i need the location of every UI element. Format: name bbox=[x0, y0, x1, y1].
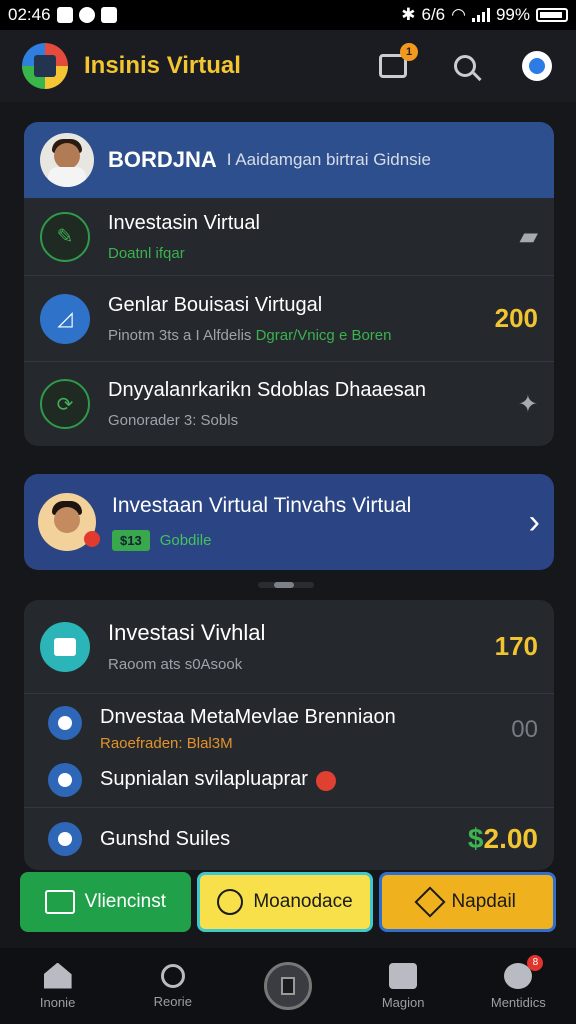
app-title: Insinis Virtual bbox=[84, 52, 241, 79]
app-header: Insinis Virtual 1 bbox=[0, 30, 576, 102]
item-title: Investasi Vivhlal bbox=[108, 620, 266, 645]
investment-summary-card: BORDJNA I Aaidamgan birtrai Gidnsie ✎ In… bbox=[24, 122, 554, 446]
nav-games[interactable]: Magion bbox=[358, 962, 448, 1010]
profile-button[interactable] bbox=[520, 49, 554, 83]
notifications-button[interactable]: 1 bbox=[376, 43, 418, 83]
nav-label: Inonie bbox=[39, 994, 76, 1010]
home-icon bbox=[43, 962, 72, 989]
center-action-icon bbox=[263, 962, 312, 1010]
tag-icon: ✎ bbox=[40, 211, 90, 262]
orange-action-button[interactable]: Napdail bbox=[379, 872, 557, 932]
card-header[interactable]: BORDJNA I Aaidamgan birtrai Gidnsie bbox=[24, 122, 554, 198]
item-title: Dnvestaa MetaMevlae Brenniaon bbox=[100, 706, 396, 728]
item-title: Supnialan svilapluaprar bbox=[100, 768, 308, 790]
gamepad-icon bbox=[389, 962, 418, 989]
wallet-icon: ▰ bbox=[519, 223, 538, 250]
item-value: $2.00 bbox=[468, 823, 538, 855]
portfolio-icon bbox=[40, 621, 90, 672]
profile-icon bbox=[522, 51, 552, 81]
tag-icon bbox=[414, 886, 447, 918]
nav-label: Reorie bbox=[153, 993, 192, 1009]
avatar bbox=[38, 493, 100, 551]
price-tag: $13 bbox=[112, 529, 150, 551]
chart-box-icon bbox=[44, 890, 75, 914]
nav-messages[interactable]: 8 Mentidics bbox=[473, 954, 563, 1010]
list-item[interactable]: ✎ Investasin Virtual Doatnl ifqar ▰ bbox=[24, 198, 554, 276]
shield-icon bbox=[100, 7, 117, 23]
item-subtitle: Pinotm 3ts a I Alfdelis Dgrar/Vnicg e Bo… bbox=[108, 326, 392, 344]
app-logo-icon bbox=[22, 43, 68, 89]
wifi-icon: ◠ bbox=[451, 5, 466, 24]
list-item[interactable]: Dnvestaa MetaMevlae Brenniaon Raoefraden… bbox=[24, 694, 554, 752]
button-label: Napdail bbox=[451, 891, 516, 912]
bluetooth-icon: ✱ bbox=[401, 5, 416, 24]
action-buttons: Vliencinst Moanodace Napdail bbox=[20, 872, 557, 932]
item-title: Investasin Virtual bbox=[108, 211, 260, 234]
chart-icon: ◿ bbox=[40, 293, 90, 344]
button-label: Vliencinst bbox=[84, 891, 166, 912]
card-subtitle: I Aaidamgan birtrai Gidnsie bbox=[226, 150, 431, 169]
chevron-right-icon[interactable]: › bbox=[529, 503, 540, 542]
green-action-button[interactable]: Vliencinst bbox=[20, 872, 191, 932]
list-item[interactable]: ⟳ Dnyyalanrkarikn Sdoblas Dhaaesan Gonor… bbox=[24, 362, 554, 446]
button-label: Moanodace bbox=[253, 891, 353, 912]
nav-search[interactable]: Reorie bbox=[128, 963, 218, 1009]
item-title: Dnyyalanrkarikn Sdoblas Dhaaesan bbox=[108, 379, 426, 401]
currency-symbol: $ bbox=[467, 823, 484, 854]
link-icon bbox=[48, 822, 82, 856]
list-item[interactable]: ◿ Genlar Bouisasi Virtugal Pinotm 3ts a … bbox=[24, 276, 554, 362]
search-button[interactable] bbox=[448, 49, 482, 83]
battery-icon bbox=[536, 8, 568, 22]
item-title: Genlar Bouisasi Virtugal bbox=[108, 293, 323, 316]
amount: 2.00 bbox=[483, 823, 539, 854]
item-title: Gunshd Suiles bbox=[100, 827, 231, 850]
portfolio-card: Investasi Vivhlal Raoom ats s0Asook 170 … bbox=[24, 600, 554, 870]
gallery-icon bbox=[56, 7, 73, 23]
alert-dot-icon bbox=[84, 531, 100, 547]
item-subtitle: Raoefraden: Blal3M bbox=[100, 735, 233, 752]
notification-badge: 1 bbox=[400, 43, 418, 61]
card-title: BORDJNA bbox=[108, 147, 217, 172]
status-bar: 02:46 ✱ 6/6 ◠ 99% bbox=[0, 0, 576, 30]
settings-icon bbox=[48, 706, 82, 740]
search-icon bbox=[160, 963, 185, 988]
search-icon bbox=[454, 55, 476, 77]
nav-home[interactable]: Inonie bbox=[13, 962, 103, 1010]
bottom-navigation: Inonie Reorie Magion 8 Mentidics bbox=[0, 948, 576, 1024]
banner-title: Investaan Virtual Tinvahs Virtual bbox=[112, 493, 412, 517]
emoji-icon bbox=[316, 770, 337, 791]
list-item[interactable]: Investasi Vivhlal Raoom ats s0Asook 170 bbox=[24, 600, 554, 694]
gear-icon bbox=[48, 762, 82, 797]
nav-label: Mentidics bbox=[490, 994, 546, 1010]
item-subtitle: Doatnl ifqar bbox=[108, 244, 185, 262]
avatar bbox=[40, 133, 94, 187]
item-subtitle: Gonorader 3: Sobls bbox=[108, 412, 239, 429]
refresh-icon: ⟳ bbox=[40, 379, 90, 429]
banner-tag-text: Gobdile bbox=[159, 531, 212, 549]
signal-icon bbox=[471, 8, 490, 22]
item-value: 170 bbox=[494, 631, 538, 661]
yellow-action-button[interactable]: Moanodace bbox=[196, 872, 374, 932]
nav-badge: 8 bbox=[527, 954, 544, 971]
network-speed: 6/6 bbox=[421, 5, 446, 24]
list-item[interactable]: Supnialan svilapluaprar bbox=[24, 752, 554, 808]
star-icon: ✦ bbox=[517, 390, 538, 418]
sync-icon bbox=[78, 7, 95, 23]
item-value: 00 bbox=[511, 716, 538, 743]
list-item[interactable]: Gunshd Suiles $2.00 bbox=[24, 808, 554, 870]
nav-center[interactable] bbox=[243, 962, 333, 1010]
item-subtitle: Raoom ats s0Asook bbox=[108, 656, 243, 673]
page-indicator bbox=[258, 582, 314, 588]
item-value: 200 bbox=[494, 303, 538, 333]
status-time: 02:46 bbox=[8, 5, 51, 24]
nav-label: Magion bbox=[381, 994, 425, 1010]
smile-icon bbox=[217, 889, 244, 915]
battery-percent: 99% bbox=[495, 5, 530, 24]
featured-banner[interactable]: Investaan Virtual Tinvahs Virtual $13 Go… bbox=[24, 474, 554, 570]
